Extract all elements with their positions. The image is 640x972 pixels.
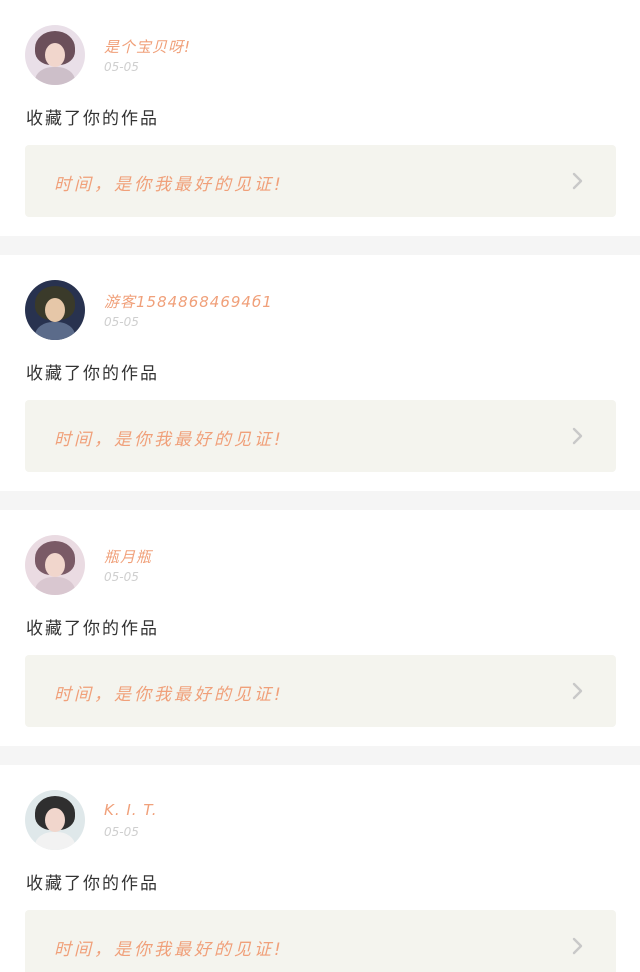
notification-item: K. I. T. 05-05 收藏了你的作品 时间，是你我最好的见证! (0, 765, 640, 972)
user-avatar[interactable] (25, 535, 85, 595)
separator (0, 746, 640, 765)
separator (0, 236, 640, 255)
chevron-right-icon (572, 937, 583, 955)
action-text: 收藏了你的作品 (26, 364, 159, 384)
action-text: 收藏了你的作品 (26, 619, 159, 639)
user-name[interactable]: 瓶月瓶 (104, 546, 152, 567)
user-avatar[interactable] (25, 280, 85, 340)
action-text: 收藏了你的作品 (26, 874, 159, 894)
work-title: 时间，是你我最好的见证! (54, 940, 284, 960)
user-name[interactable]: 游客15848684694б1 (104, 291, 273, 312)
work-card[interactable]: 时间，是你我最好的见证! (25, 145, 616, 217)
chevron-right-icon (572, 682, 583, 700)
work-card[interactable]: 时间，是你我最好的见证! (25, 655, 616, 727)
user-avatar[interactable] (25, 25, 85, 85)
work-card[interactable]: 时间，是你我最好的见证! (25, 400, 616, 472)
action-text: 收藏了你的作品 (26, 109, 159, 129)
notification-item: 是个宝贝呀! 05-05 收藏了你的作品 时间，是你我最好的见证! (0, 0, 640, 236)
work-card[interactable]: 时间，是你我最好的见证! (25, 910, 616, 972)
separator (0, 491, 640, 510)
notification-item: 游客15848684694б1 05-05 收藏了你的作品 时间，是你我最好的见… (0, 255, 640, 491)
work-title: 时间，是你我最好的见证! (54, 430, 284, 450)
notification-item: 瓶月瓶 05-05 收藏了你的作品 时间，是你我最好的见证! (0, 510, 640, 746)
chevron-right-icon (572, 427, 583, 445)
user-avatar[interactable] (25, 790, 85, 850)
timestamp: 05-05 (104, 60, 139, 74)
notification-feed: 是个宝贝呀! 05-05 收藏了你的作品 时间，是你我最好的见证! 游客1584… (0, 0, 640, 972)
chevron-right-icon (572, 172, 583, 190)
timestamp: 05-05 (104, 570, 139, 584)
user-name[interactable]: K. I. T. (104, 801, 157, 819)
work-title: 时间，是你我最好的见证! (54, 685, 284, 705)
timestamp: 05-05 (104, 315, 139, 329)
user-name[interactable]: 是个宝贝呀! (104, 36, 191, 57)
timestamp: 05-05 (104, 825, 139, 839)
work-title: 时间，是你我最好的见证! (54, 175, 284, 195)
